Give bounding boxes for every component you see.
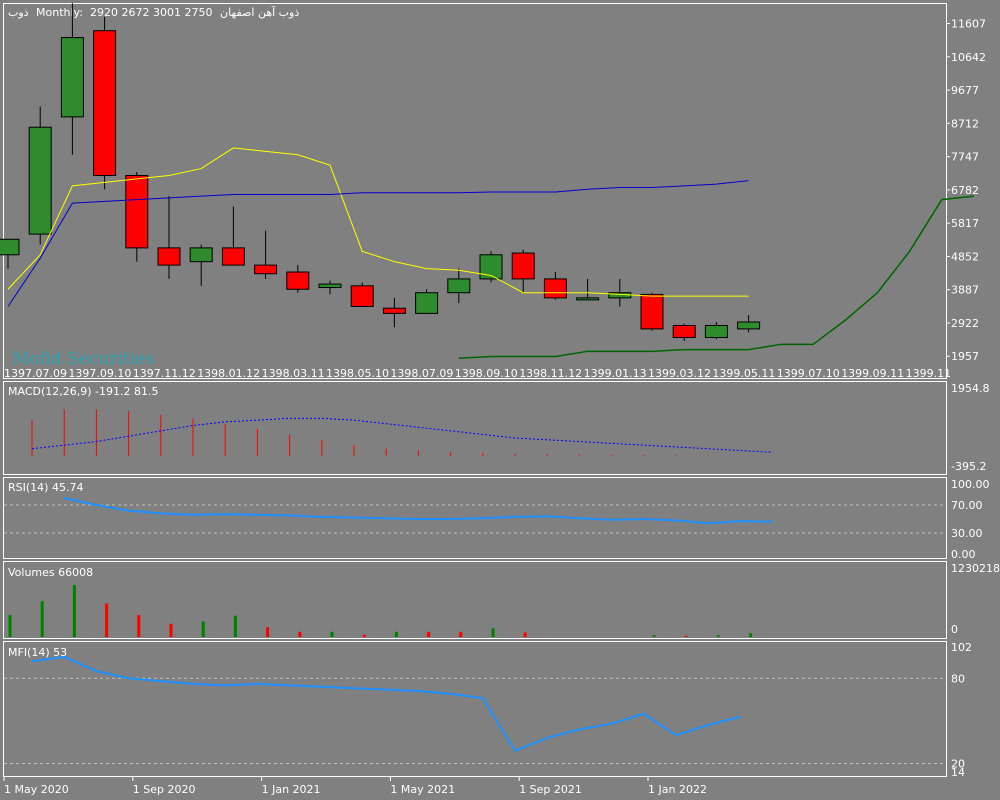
price-date-label: 1397.07.09 (4, 367, 67, 380)
time-axis-label: 1 May 2020 (4, 783, 69, 796)
chart-marks: 11607 10642 9677 8712 7747 6782 5817 4852 3887 29… (0, 3, 1000, 796)
bull-candle (704, 324, 728, 339)
bull-candle (737, 321, 761, 330)
price-axis-label: 2922 (951, 317, 979, 330)
volumes-axis-label: 1230218 (951, 562, 1000, 575)
bear-candle (543, 278, 567, 299)
bull-candle (318, 283, 342, 289)
price-date-label: 1398.01.12 (197, 367, 260, 380)
price-date-label: 1399.05.11 (712, 367, 775, 380)
macd-axis-label: -395.2 (951, 460, 986, 473)
time-axis-label: 1 May 2021 (390, 783, 455, 796)
mfi-axis-label: 14 (951, 766, 965, 779)
slow-average-line (7, 180, 749, 307)
bear-candle (350, 285, 374, 307)
price-date-label: 1398.11.12 (519, 367, 582, 380)
bear-candle (286, 271, 310, 290)
rsi-axis-label: 70.00 (951, 499, 983, 512)
fast-average-line (7, 147, 749, 297)
time-axis-label: 1 Jan 2022 (648, 783, 707, 796)
watermark-logo: Mofid Securities (12, 349, 154, 369)
price-date-label: 1397.09.10 (68, 367, 131, 380)
price-axis-label: 4852 (951, 250, 979, 263)
bear-candle (125, 174, 149, 249)
price-date-label: 1398.03.11 (262, 367, 325, 380)
price-date-label: 1399.11 (906, 367, 952, 380)
bear-candle (157, 247, 181, 266)
price-axis-label: 7747 (951, 151, 979, 164)
bull-candle (0, 238, 20, 256)
price-date-label: 1399.09.11 (841, 367, 904, 380)
bull-candle (447, 278, 471, 294)
bear-candle (511, 252, 535, 280)
rsi-axis-label: 30.00 (951, 527, 983, 540)
macd-title: MACD(12,26,9) -191.2 81.5 (8, 385, 159, 398)
bear-candle (672, 324, 696, 339)
rsi-title: RSI(14) 45.74 (8, 481, 83, 494)
price-date-label: 1399.01.13 (584, 367, 647, 380)
trading-chart: ذوب Monthly: 2920 2672 3001 2750 ذوب آهن… (0, 0, 1000, 800)
header-ohlc: 2920 2672 3001 2750 (90, 6, 212, 19)
volumes-panel-frame (3, 561, 947, 639)
bear-candle (221, 247, 245, 266)
price-axis-label: 10642 (951, 51, 986, 64)
bear-candle (640, 293, 664, 330)
bull-candle (60, 37, 84, 118)
time-axis-label: 1 Sep 2020 (133, 783, 196, 796)
price-date-label: 1399.07.10 (777, 367, 840, 380)
rsi-axis-label: 0.00 (951, 548, 976, 561)
time-axis-label: 1 Sep 2021 (519, 783, 582, 796)
chart-canvas[interactable]: ذوب Monthly: 2920 2672 3001 2750 ذوب آهن… (0, 0, 1000, 800)
macd-signal-line (31, 417, 773, 453)
bull-candle (576, 297, 600, 301)
header-name: ذوب آهن اصفهان (220, 5, 299, 19)
bull-candle (28, 126, 52, 235)
price-date-label: 1398.05.10 (326, 367, 389, 380)
rsi-axis-label: 100.00 (951, 478, 990, 491)
volumes-title: Volumes 66008 (8, 566, 93, 579)
price-date-label: 1398.07.09 (390, 367, 453, 380)
macd-axis-label: 1954.8 (951, 382, 990, 395)
price-axis-label: 11607 (951, 18, 986, 31)
bull-candle (189, 247, 213, 263)
time-axis-label: 1 Jan 2021 (262, 783, 321, 796)
price-axis-label: 5817 (951, 217, 979, 230)
price-date-label: 1398.09.10 (455, 367, 518, 380)
mfi-line (31, 655, 741, 752)
price-axis-label: 8712 (951, 117, 979, 130)
header-timeframe: Monthly: (36, 6, 83, 19)
price-date-label: 1399.03.12 (648, 367, 711, 380)
price-date-label: 1397.11.12 (133, 367, 196, 380)
rsi-line (63, 497, 773, 525)
bear-candle (254, 264, 278, 275)
price-axis-label: 3887 (951, 284, 979, 297)
price-axis-label: 1957 (951, 350, 979, 363)
bear-candle (93, 30, 117, 176)
price-axis-label: 6782 (951, 184, 979, 197)
bull-candle (415, 292, 439, 314)
mfi-axis-label: 102 (951, 641, 972, 654)
mfi-axis-label: 80 (951, 672, 965, 685)
volumes-axis-label: 0 (951, 623, 958, 636)
mfi-panel-frame (3, 641, 947, 777)
header-symbol: ذوب (8, 6, 29, 19)
price-axis-label: 9677 (951, 84, 979, 97)
bear-candle (382, 307, 406, 314)
